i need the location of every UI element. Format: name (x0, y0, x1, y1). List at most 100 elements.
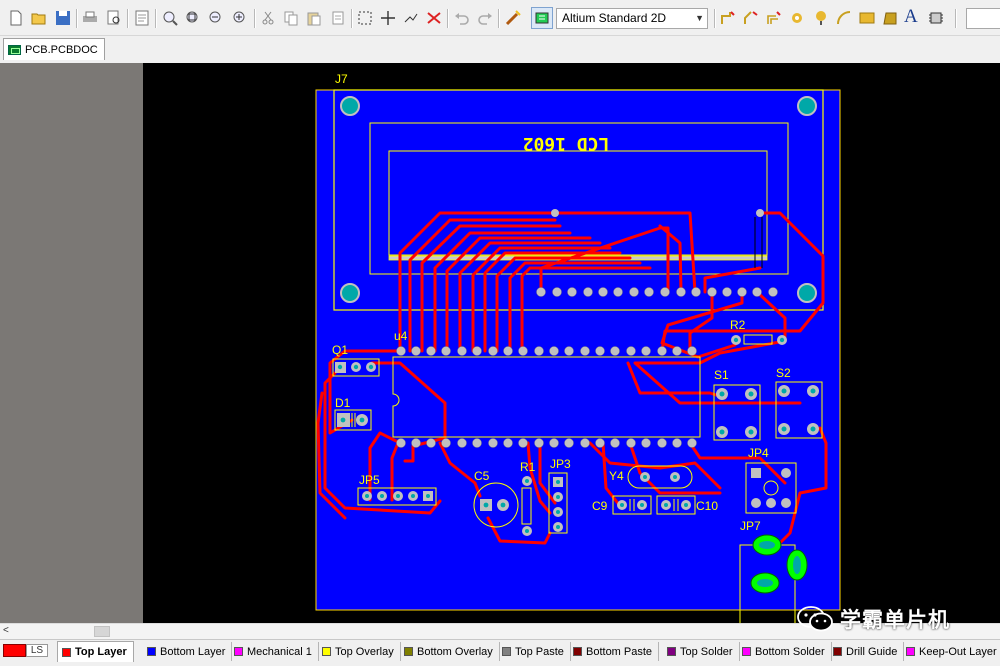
toolbar-input[interactable] (966, 8, 1000, 29)
scroll-left-arrow[interactable]: < (3, 625, 9, 636)
route-icon[interactable] (720, 10, 736, 26)
s2-label: S2 (776, 366, 791, 380)
pcb-document-icon (8, 44, 21, 55)
layer-tab-bottom-layer[interactable]: Bottom Layer (143, 642, 233, 661)
layer-tab-label: Top Solder (680, 645, 733, 658)
document-tab[interactable]: PCB.PCBDOC (3, 38, 105, 60)
jp3-label: JP3 (550, 457, 571, 471)
report-icon[interactable] (134, 10, 150, 26)
layer-tab-top-solder[interactable]: Top Solder (663, 642, 740, 661)
layer-color-swatch (833, 647, 842, 656)
move-icon[interactable] (380, 10, 396, 26)
layer-color-swatch (502, 647, 511, 656)
undo-icon[interactable] (454, 10, 470, 26)
lcd-contrast-via-right (756, 209, 764, 217)
u4-label: u4 (394, 329, 408, 343)
place-via-icon[interactable] (789, 10, 805, 26)
jp7-label: JP7 (740, 519, 761, 533)
place-polygon-icon[interactable] (882, 10, 898, 26)
r2-label: R2 (730, 318, 746, 332)
q1-label: Q1 (332, 343, 348, 357)
pcb-editor-window: { "toolbar": { "view_mode": "Altium Stan… (0, 0, 1000, 666)
lcd-contrast-via-left (551, 209, 559, 217)
current-layer-swatch (3, 644, 26, 657)
zoom-fit-icon[interactable] (162, 10, 178, 26)
layer-tab-top-paste[interactable]: Top Paste (498, 642, 571, 661)
layer-color-swatch (147, 647, 156, 656)
jp5-label: JP5 (359, 473, 380, 487)
layer-tab-label: Bottom Paste (586, 645, 653, 658)
layer-color-swatch (234, 647, 243, 656)
layer-tab-label: Top Paste (515, 645, 564, 658)
layer-tab-bottom-overlay[interactable]: Bottom Overlay (400, 642, 500, 661)
layer-tab-mechanical-1[interactable]: Mechanical 1 (230, 642, 319, 661)
watermark-text: 学霸单片机 (840, 609, 950, 632)
document-tab-label: PCB.PCBDOC (25, 43, 98, 56)
place-string-icon[interactable]: A (904, 7, 920, 26)
layer-color-swatch (667, 647, 676, 656)
place-component-icon[interactable] (928, 10, 944, 26)
layer-color-swatch (906, 647, 915, 656)
layer-tab-label: Bottom Solder (755, 645, 825, 658)
interactive-route-icon[interactable] (743, 10, 759, 26)
layer-tab-label: Drill Guide (846, 645, 898, 658)
scrollbar-thumb[interactable] (94, 626, 110, 637)
place-pad-icon[interactable] (813, 10, 829, 26)
select-area-icon[interactable] (357, 10, 373, 26)
layer-color-swatch (322, 647, 331, 656)
zoom-filter-icon[interactable] (232, 10, 248, 26)
d1-label: D1 (335, 396, 351, 410)
layer-tab-top-layer[interactable]: Top Layer (57, 641, 134, 662)
cross-probe-icon[interactable] (505, 10, 521, 26)
r1-label: R1 (520, 460, 536, 474)
save-icon[interactable] (55, 10, 71, 26)
lcd-title-label: LCD 1602 (523, 133, 610, 154)
differential-route-icon[interactable] (766, 10, 782, 26)
layer-tab-label: Keep-Out Layer (919, 645, 997, 658)
layer-tab-bottom-paste[interactable]: Bottom Paste (569, 642, 660, 661)
layer-color-swatch (573, 647, 582, 656)
layer-set-button[interactable]: LS (26, 644, 48, 657)
copy-icon[interactable] (283, 10, 299, 26)
rubber-stamp-icon[interactable] (330, 10, 346, 26)
layer-tab-keep-out-layer[interactable]: Keep-Out Layer (902, 642, 1000, 661)
layer-tab-label: Top Overlay (335, 645, 394, 658)
jp4-label: JP4 (748, 446, 769, 460)
wechat-icon (797, 606, 833, 632)
layer-color-swatch (742, 647, 751, 656)
clear-filter-icon[interactable] (426, 10, 442, 26)
zoom-selected-icon[interactable] (208, 10, 224, 26)
place-arc-icon[interactable] (836, 10, 852, 26)
watermark: 学霸单片机 (796, 604, 950, 634)
new-icon[interactable] (8, 10, 24, 26)
layer-tab-label: Mechanical 1 (247, 645, 312, 658)
view-config-icon[interactable] (531, 7, 553, 29)
open-icon[interactable] (31, 10, 47, 26)
print-preview-icon[interactable] (106, 10, 122, 26)
redo-icon[interactable] (477, 10, 493, 26)
layer-tab-bar: LS Top Layer Bottom Layer Mechanical 1 Top … (0, 639, 1000, 666)
cut-icon[interactable] (260, 10, 276, 26)
c5-label: C5 (474, 469, 490, 483)
layer-tab-top-overlay[interactable]: Top Overlay (318, 642, 401, 661)
y4-label: Y4 (609, 469, 624, 483)
zoom-area-icon[interactable] (185, 10, 201, 26)
layer-tab-label: Top Layer (75, 646, 127, 658)
place-fill-icon[interactable] (859, 10, 875, 26)
layer-tab-label: Bottom Overlay (417, 645, 493, 658)
document-tab-bar: PCB.PCBDOC (0, 36, 1000, 63)
deselect-icon[interactable] (403, 10, 419, 26)
layer-tab-label: Bottom Layer (160, 645, 226, 658)
main-toolbar: Altium Standard 2D ▼ A (0, 0, 1000, 36)
layer-color-swatch (404, 647, 413, 656)
view-mode-select[interactable]: Altium Standard 2D ▼ (556, 8, 708, 29)
layer-tab-drill-guide[interactable]: Drill Guide (829, 642, 905, 661)
layer-tab-bottom-solder[interactable]: Bottom Solder (738, 642, 832, 661)
j7-label: J7 (335, 72, 348, 86)
pcb-board-canvas[interactable]: LCD 1602 J7 u4 Q1 D1 R2 S1 S2 JP5 C5 R1 … (0, 63, 1000, 623)
c9-label: C9 (592, 499, 608, 513)
print-icon[interactable] (82, 10, 98, 26)
pcb-workspace[interactable]: LCD 1602 J7 u4 Q1 D1 R2 S1 S2 JP5 C5 R1 … (0, 63, 1000, 623)
paste-icon[interactable] (306, 10, 322, 26)
s1-label: S1 (714, 368, 729, 382)
